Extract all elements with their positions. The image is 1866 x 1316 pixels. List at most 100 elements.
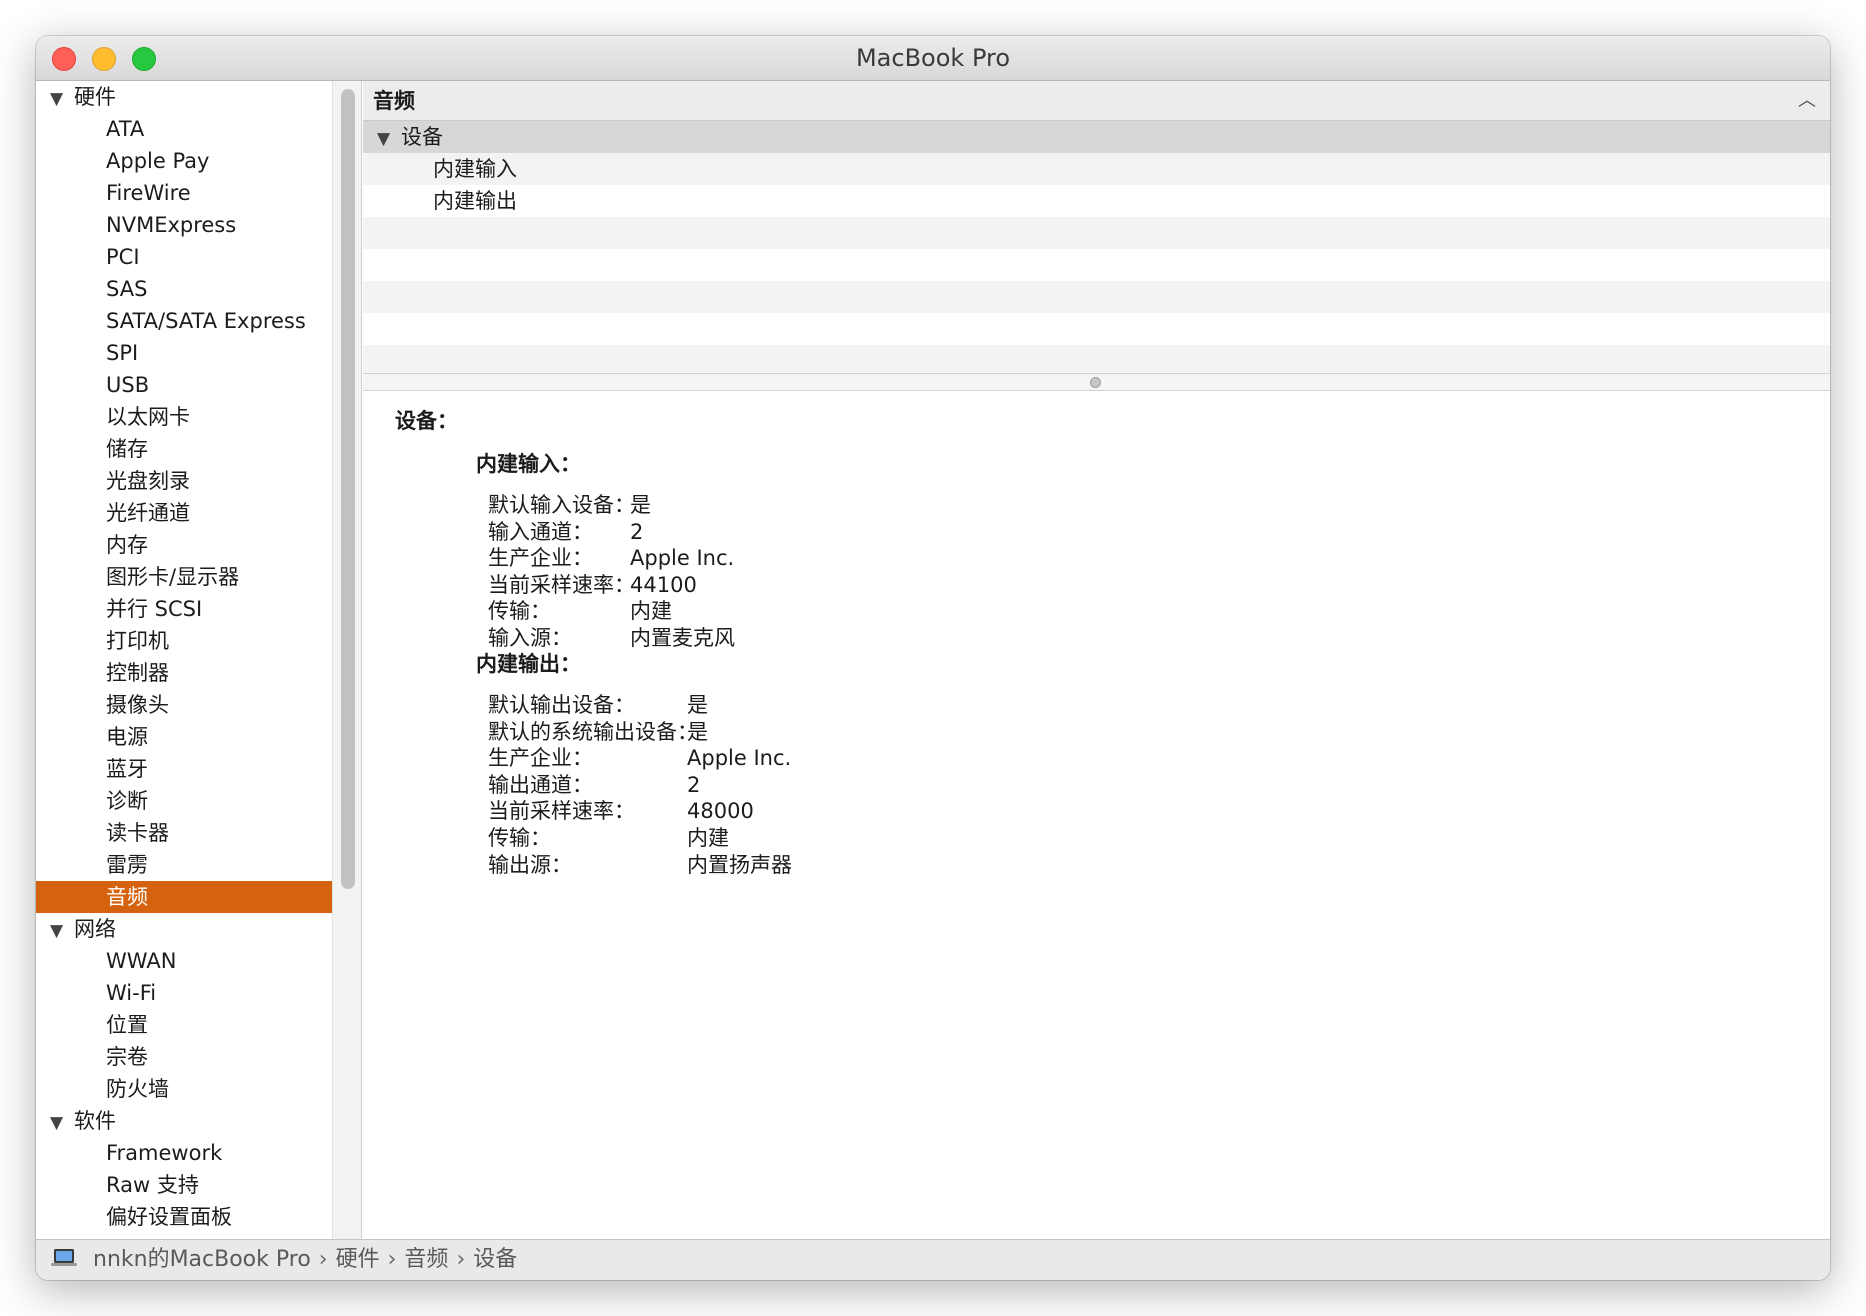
sidebar-item[interactable]: 光盘刻录: [36, 465, 332, 497]
property-value: 是: [630, 493, 651, 517]
property-label: 传输：: [488, 825, 551, 850]
sidebar-item-label: 光纤通道: [106, 501, 190, 525]
sidebar-item[interactable]: NVMExpress: [36, 209, 332, 241]
sidebar-section[interactable]: ▼ 软件: [36, 1105, 332, 1137]
property-label: 输出通道：: [488, 772, 593, 797]
breadcrumb-item[interactable]: nnkn的MacBook Pro: [93, 1247, 311, 1272]
sidebar-scrollbar[interactable]: [332, 81, 362, 1239]
property-row: 传输： 内建: [488, 598, 672, 625]
sort-chevron-up-icon[interactable]: ︿: [1798, 81, 1816, 121]
disclosure-triangle-icon[interactable]: ▼: [50, 915, 74, 947]
sidebar-item[interactable]: PCI: [36, 241, 332, 273]
sidebar-item[interactable]: Wi-Fi: [36, 977, 332, 1009]
sidebar-item[interactable]: ATA: [36, 113, 332, 145]
sidebar-item[interactable]: 图形卡/显示器: [36, 561, 332, 593]
sidebar-section[interactable]: ▼ 网络: [36, 913, 332, 945]
table-row[interactable]: 内建输出: [363, 185, 1830, 217]
property-value: 内建: [687, 825, 729, 850]
sidebar-item[interactable]: 摄像头: [36, 689, 332, 721]
sidebar-item-label: 并行 SCSI: [106, 597, 203, 621]
disclosure-triangle-icon[interactable]: ▼: [50, 1107, 74, 1139]
sidebar-item[interactable]: 内存: [36, 529, 332, 561]
property-row: 默认的系统输出设备：是: [488, 719, 708, 746]
table-empty-row: [363, 217, 1830, 249]
sidebar-item[interactable]: 控制器: [36, 657, 332, 689]
breadcrumb-chevron-icon: ›: [456, 1247, 466, 1272]
sidebar-item[interactable]: 读卡器: [36, 817, 332, 849]
sidebar-item[interactable]: Apple Pay: [36, 145, 332, 177]
property-row: 默认输入设备：是: [488, 492, 651, 519]
property-row: 输入通道： 2: [488, 519, 643, 546]
property-row: 生产企业： Apple Inc.: [488, 545, 734, 572]
sidebar-item[interactable]: SPI: [36, 337, 332, 369]
sidebar-item-label: Raw 支持: [106, 1173, 199, 1197]
property-value: 内置扬声器: [687, 852, 792, 877]
table-group-row[interactable]: ▼ 设备: [363, 121, 1830, 153]
sidebar-item-label: 位置: [106, 1013, 148, 1037]
sidebar-item-label: Apple Pay: [106, 149, 210, 173]
table-row-label: 内建输出: [433, 189, 517, 213]
sidebar-item-label: 诊断: [106, 789, 148, 813]
property-value: 内置麦克风: [630, 625, 735, 650]
sidebar-item-label: 打印机: [106, 629, 169, 653]
sidebar-section[interactable]: ▼ 硬件: [36, 81, 332, 113]
sidebar-item[interactable]: 光纤通道: [36, 497, 332, 529]
disclosure-triangle-icon[interactable]: ▼: [50, 83, 74, 115]
sidebar-item[interactable]: 打印机: [36, 625, 332, 657]
breadcrumb-item[interactable]: 设备: [473, 1247, 517, 1272]
breadcrumb-item[interactable]: 硬件: [336, 1247, 380, 1272]
property-value: 是: [687, 693, 708, 717]
sidebar-item-label: 内存: [106, 533, 148, 557]
splitter-handle-icon[interactable]: [1090, 377, 1101, 388]
sidebar-item-label: 储存: [106, 437, 148, 461]
sidebar-item[interactable]: 雷雳: [36, 849, 332, 881]
table-empty-row: [363, 249, 1830, 281]
property-value: 48000: [687, 799, 754, 824]
sidebar-item[interactable]: 宗卷: [36, 1041, 332, 1073]
sidebar-item-label: ATA: [106, 117, 145, 141]
sidebar-item-label: 电源: [106, 725, 148, 749]
sidebar-item[interactable]: 储存: [36, 433, 332, 465]
sidebar-item[interactable]: 偏好设置面板: [36, 1201, 332, 1233]
detail-title: 设备：: [395, 409, 458, 433]
property-value: 2: [687, 772, 701, 797]
sidebar-item[interactable]: FireWire: [36, 177, 332, 209]
property-row: 当前采样速率： 44100: [488, 572, 697, 599]
sidebar-item[interactable]: SAS: [36, 273, 332, 305]
main-pane: 音频 ︿ ▼ 设备 内建输入 内建输出 设备： 内建输入： 默认输入设备：是输入通道： 2…: [363, 81, 1830, 1239]
table-row[interactable]: 内建输入: [363, 153, 1830, 185]
property-row: 默认输出设备： 是: [488, 692, 708, 719]
sidebar-section-label: 软件: [74, 1109, 116, 1133]
disclosure-triangle-icon[interactable]: ▼: [377, 123, 401, 155]
sidebar-item[interactable]: WWAN: [36, 945, 332, 977]
device-table: ▼ 设备 内建输入 内建输出: [363, 121, 1830, 373]
sidebar-item[interactable]: 以太网卡: [36, 401, 332, 433]
sidebar-item[interactable]: 音频: [36, 881, 332, 913]
sidebar-item[interactable]: 电源: [36, 721, 332, 753]
pane-splitter[interactable]: [363, 373, 1830, 391]
sidebar-item[interactable]: Raw 支持: [36, 1169, 332, 1201]
detail-pane: 设备： 内建输入： 默认输入设备：是输入通道： 2 生产企业： Apple Inc. 当前…: [363, 391, 1830, 1239]
breadcrumb-item[interactable]: 音频: [404, 1247, 448, 1272]
sidebar-item-label: 音频: [106, 885, 148, 909]
property-list: 默认输出设备： 是默认的系统输出设备：是生产企业： Apple Inc. 输出通道： 2…: [488, 692, 792, 878]
sidebar-item[interactable]: 并行 SCSI: [36, 593, 332, 625]
breadcrumb-chevron-icon: ›: [318, 1247, 328, 1272]
sidebar-item-label: FireWire: [106, 181, 191, 205]
window-title: MacBook Pro: [855, 44, 1011, 72]
table-header[interactable]: 音频 ︿: [363, 81, 1830, 121]
sidebar-item[interactable]: SATA/SATA Express: [36, 305, 332, 337]
table-group-label: 设备: [401, 125, 443, 149]
property-label: 生产企业：: [488, 546, 593, 571]
sidebar-item[interactable]: 蓝牙: [36, 753, 332, 785]
sidebar-item[interactable]: Framework: [36, 1137, 332, 1169]
sidebar-item[interactable]: 防火墙: [36, 1073, 332, 1105]
sidebar-item[interactable]: 位置: [36, 1009, 332, 1041]
table-empty-row: [363, 281, 1830, 313]
property-label: 当前采样速率：: [488, 572, 635, 597]
sidebar-scroll-thumb[interactable]: [341, 89, 355, 889]
sidebar-item-label: Framework: [106, 1141, 223, 1165]
sidebar-item[interactable]: 诊断: [36, 785, 332, 817]
sidebar-item[interactable]: USB: [36, 369, 332, 401]
property-list: 默认输入设备：是输入通道： 2 生产企业： Apple Inc. 当前采样速率： 4410…: [488, 492, 735, 652]
